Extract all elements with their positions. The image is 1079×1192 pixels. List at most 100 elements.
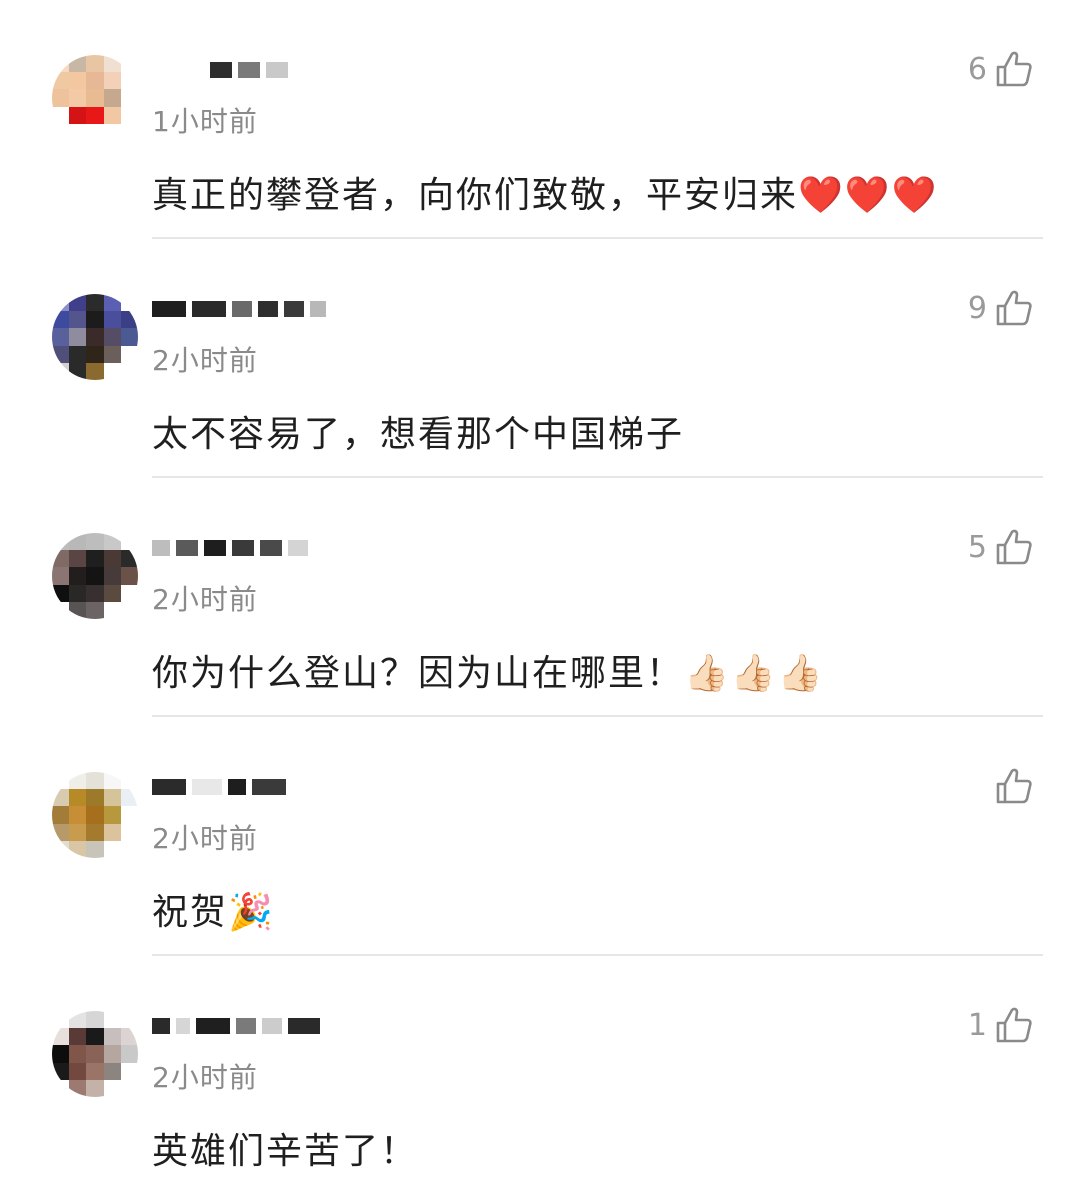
avatar-pixel xyxy=(52,840,70,858)
avatar-pixel xyxy=(86,328,104,346)
avatar-pixel xyxy=(86,1028,104,1046)
avatar[interactable] xyxy=(52,294,138,380)
avatar-pixel xyxy=(86,1011,104,1029)
avatar-pixel xyxy=(120,601,138,619)
username-redacted[interactable] xyxy=(152,55,392,85)
avatar-pixelated xyxy=(52,772,138,858)
avatar-pixel xyxy=(69,1011,87,1029)
avatar-pixel xyxy=(52,294,70,312)
avatar-pixel xyxy=(69,72,87,90)
avatar-pixel xyxy=(69,567,87,585)
avatar-pixel xyxy=(103,567,121,585)
avatar-pixelated xyxy=(52,533,138,619)
avatar-pixel xyxy=(120,328,138,346)
avatar-pixel xyxy=(103,1062,121,1080)
avatar-pixel xyxy=(103,345,121,363)
avatar-pixel xyxy=(120,533,138,551)
avatar-pixel xyxy=(120,1011,138,1029)
avatar-pixel xyxy=(52,106,70,124)
comment-timestamp: 2小时前 xyxy=(152,1061,258,1094)
avatar-pixel xyxy=(120,806,138,824)
avatar-pixel xyxy=(69,806,87,824)
like-button[interactable]: 9 xyxy=(968,289,1033,327)
comment-item: 2小时前 你为什么登山？因为山在哪里！👍🏻👍🏻👍🏻 5 xyxy=(0,478,1079,717)
avatar-pixel xyxy=(120,72,138,90)
like-button[interactable]: 1 xyxy=(968,1006,1033,1044)
avatar-pixel xyxy=(52,55,70,73)
comment-text: 太不容易了，想看那个中国梯子 xyxy=(152,414,685,455)
avatar-pixel xyxy=(103,1011,121,1029)
avatar-pixel xyxy=(69,1045,87,1063)
avatar-pixel xyxy=(52,1062,70,1080)
avatar[interactable] xyxy=(52,55,138,141)
thumbs-up-icon xyxy=(996,1007,1032,1043)
avatar-pixel xyxy=(120,106,138,124)
avatar-pixel xyxy=(52,362,70,380)
avatar-pixel xyxy=(52,601,70,619)
avatar-pixel xyxy=(86,294,104,312)
avatar-pixel xyxy=(69,1079,87,1097)
avatar[interactable] xyxy=(52,1011,138,1097)
avatar-pixel xyxy=(86,601,104,619)
avatar-pixel xyxy=(69,601,87,619)
avatar-pixel xyxy=(86,584,104,602)
avatar-pixel xyxy=(120,294,138,312)
avatar-pixel xyxy=(86,567,104,585)
avatar-pixelated xyxy=(52,294,138,380)
avatar-pixel xyxy=(52,533,70,551)
username-redacted[interactable] xyxy=(152,1011,392,1041)
avatar-pixel xyxy=(120,823,138,841)
avatar-pixel xyxy=(120,789,138,807)
avatar-pixel xyxy=(120,123,138,141)
avatar-pixel xyxy=(52,123,70,141)
avatar-pixel xyxy=(86,55,104,73)
avatar-pixel xyxy=(86,1079,104,1097)
avatar-pixel xyxy=(86,1062,104,1080)
avatar-pixel xyxy=(69,345,87,363)
avatar-pixel xyxy=(120,840,138,858)
like-count: 5 xyxy=(967,529,987,565)
username-redacted[interactable] xyxy=(152,533,392,563)
avatar-pixel xyxy=(103,840,121,858)
avatar-pixel xyxy=(103,806,121,824)
avatar-pixel xyxy=(86,123,104,141)
like-button[interactable] xyxy=(969,767,1033,805)
comment-text: 你为什么登山？因为山在哪里！👍🏻👍🏻👍🏻 xyxy=(152,653,825,694)
avatar-pixel xyxy=(120,345,138,363)
comment-timestamp: 2小时前 xyxy=(152,583,258,616)
avatar-pixel xyxy=(52,345,70,363)
thumbs-up-icon xyxy=(996,768,1032,804)
avatar-pixelated xyxy=(52,55,138,141)
avatar-pixel xyxy=(86,840,104,858)
avatar[interactable] xyxy=(52,533,138,619)
avatar-pixel xyxy=(103,1028,121,1046)
comment-text: 祝贺🎉 xyxy=(152,892,275,933)
avatar-pixel xyxy=(86,806,104,824)
avatar-pixel xyxy=(69,55,87,73)
avatar-pixel xyxy=(52,584,70,602)
like-button[interactable]: 5 xyxy=(968,528,1033,566)
avatar-pixel xyxy=(103,123,121,141)
avatar-pixel xyxy=(69,584,87,602)
avatar-pixel xyxy=(69,823,87,841)
avatar-pixel xyxy=(103,294,121,312)
comment-item: 2小时前 祝贺🎉 xyxy=(0,717,1079,956)
avatar[interactable] xyxy=(52,772,138,858)
avatar-pixel xyxy=(86,823,104,841)
avatar-pixel xyxy=(86,789,104,807)
avatar-pixel xyxy=(69,840,87,858)
avatar-pixel xyxy=(52,89,70,107)
avatar-pixel xyxy=(103,550,121,568)
username-redacted[interactable] xyxy=(152,294,392,324)
username-redacted[interactable] xyxy=(152,772,392,802)
avatar-pixel xyxy=(86,550,104,568)
avatar-pixel xyxy=(69,89,87,107)
avatar-pixel xyxy=(103,823,121,841)
avatar-pixel xyxy=(103,789,121,807)
avatar-pixel xyxy=(120,1062,138,1080)
like-button[interactable]: 6 xyxy=(968,50,1033,88)
avatar-pixel xyxy=(69,789,87,807)
avatar-pixel xyxy=(52,1011,70,1029)
avatar-pixel xyxy=(120,362,138,380)
avatar-pixel xyxy=(69,106,87,124)
